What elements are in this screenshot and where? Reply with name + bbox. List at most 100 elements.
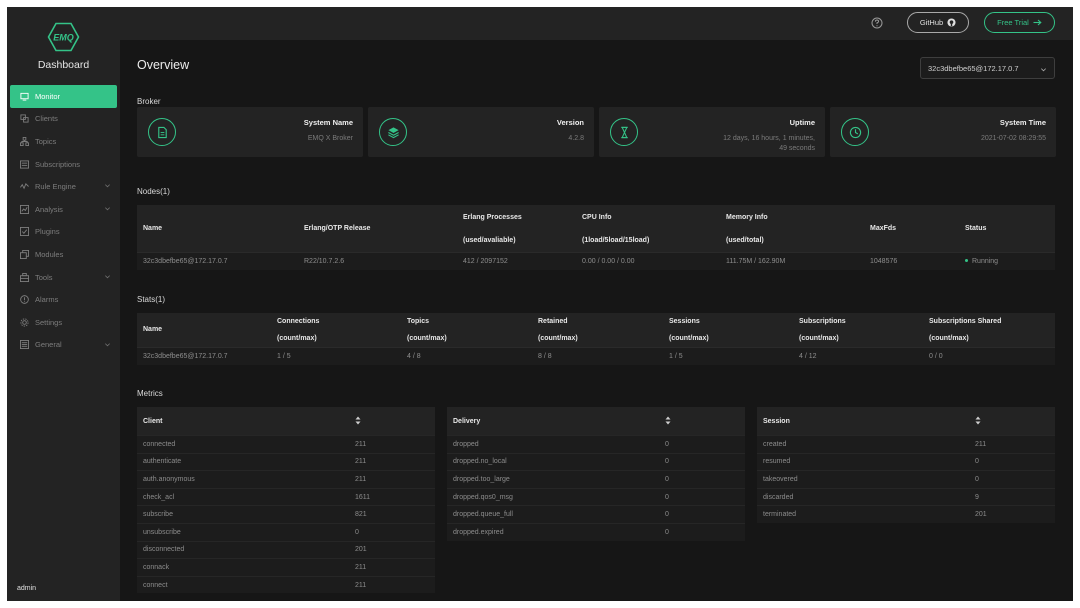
user-name[interactable]: admin [17,585,36,592]
sidebar-item-label: Alarms [35,295,59,305]
arrow-right-icon [1033,19,1042,26]
metric-value: 9 [975,493,979,501]
metric-name: unsubscribe [143,528,181,536]
card-label: System Name [303,118,353,127]
nodes-section-title: Nodes(1) [137,187,170,196]
metric-row: connect 211 [137,575,435,594]
metric-row: terminated 201 [757,505,1055,523]
client-metrics-card: Client connected 211 authenticate 211 auth.a… [137,407,435,594]
chevron-down-icon [105,207,110,211]
metric-name: dropped.qos0_msg [453,493,513,501]
col-subheader-processes: (used/avaliable) [457,229,576,252]
sidebar-item-label: Monitor [35,91,61,101]
sort-icon[interactable] [975,416,981,425]
metric-value: 0 [975,458,979,466]
alarm-icon [20,295,29,304]
metric-name: created [763,440,787,448]
metric-value: 211 [355,440,367,448]
node-release: R22/10.7.2.6 [298,251,457,270]
metric-name: terminated [763,511,797,519]
sidebar-item-subscriptions[interactable]: Subscriptions [10,153,117,176]
metrics-section-title: Metrics [137,389,163,398]
table-header-subrow: (count/max) (count/max) (count/max) (cou… [137,330,1055,347]
sidebar-item-rule-engine[interactable]: Rule Engine [10,175,117,198]
col-header-name: Name [137,313,271,347]
metric-value: 211 [355,458,367,466]
col-header-status: Status [959,205,1055,252]
sidebar-item-label: Subscriptions [35,159,81,169]
emq-logo[interactable]: EMQ [47,22,80,52]
sidebar-item-label: Rule Engine [35,182,76,192]
node-maxfds: 1048576 [864,251,959,270]
sort-icon[interactable] [355,416,361,425]
table-header-row: Name Erlang/OTP Release Erlang Processes… [137,205,1055,252]
metric-name: disconnected [143,546,185,554]
metric-row: connected 211 [137,435,435,453]
col-header-connections: Connections [271,313,401,330]
metric-name: dropped.expired [453,528,504,536]
top-bar: GitHub Free Trial [120,7,1073,40]
topics-icon [20,136,29,146]
metric-row: subscribe 821 [137,505,435,523]
metric-value: 211 [355,563,367,571]
free-trial-button[interactable]: Free Trial [984,12,1055,33]
card-value: 4.2.8 [568,135,584,142]
document-icon [148,118,176,146]
github-button[interactable]: GitHub [907,12,969,33]
metric-value: 201 [355,546,367,554]
stats-topics: 4 / 8 [401,346,532,365]
main-content: Overview 32c3dbefbe65@172.17.0.7 Broker … [120,40,1073,601]
sidebar-item-settings[interactable]: Settings [10,311,117,334]
rule-engine-icon [20,182,29,191]
brand-title: Dashboard [37,59,90,71]
sort-icon[interactable] [665,416,671,425]
metric-row: resumed 0 [757,452,1055,471]
metric-value: 0 [665,475,669,483]
sidebar-item-label: Settings [35,317,63,327]
metric-value: 0 [665,493,669,501]
sidebar-item-analysis[interactable]: Analysis [10,198,117,221]
table-row: 32c3dbefbe65@172.17.0.7 1 / 5 4 / 8 8 / … [137,346,1055,365]
metric-name: dropped.too_large [453,475,510,483]
metric-row: authenticate 211 [137,452,435,471]
delivery-metrics-card: Delivery dropped 0 dropped.no_local 0 droppe… [447,407,745,541]
metric-value: 0 [665,511,669,519]
nodes-table: Name Erlang/OTP Release Erlang Processes… [137,205,1055,270]
sidebar-item-clients[interactable]: Clients [10,108,117,131]
metric-row: discarded 9 [757,487,1055,506]
help-icon[interactable] [871,17,883,29]
node-select-value: 32c3dbefbe65@172.17.0.7 [928,63,1019,73]
sidebar-item-tools[interactable]: Tools [10,266,117,289]
node-select[interactable]: 32c3dbefbe65@172.17.0.7 [920,57,1055,79]
metric-row: unsubscribe 0 [137,522,435,541]
metrics-title: Delivery [453,417,481,425]
tools-icon [20,272,29,282]
analysis-icon [20,204,29,214]
stats-sessions: 1 / 5 [663,346,793,365]
chevron-down-icon [105,275,110,279]
col-subheader-memory: (used/total) [720,229,864,252]
sidebar-item-topics[interactable]: Topics [10,130,117,153]
sidebar-item-alarms[interactable]: Alarms [10,288,117,311]
clock-icon [841,118,869,146]
metric-row: disconnected 201 [137,540,435,559]
github-icon [947,18,956,27]
metric-name: subscribe [143,511,173,519]
status-text: Running [972,257,999,265]
metric-row: dropped.too_large 0 [447,470,745,488]
chevron-down-icon [1041,68,1046,72]
metric-row: dropped.qos0_msg 0 [447,487,745,506]
page-title: Overview [137,58,190,72]
sidebar-item-monitor[interactable]: Monitor [10,85,117,108]
metric-row: dropped.no_local 0 [447,452,745,471]
card-label: Uptime [789,118,815,127]
sidebar-item-modules[interactable]: Modules [10,243,117,266]
sidebar-item-label: Clients [35,114,58,124]
sidebar-item-label: General [35,340,62,350]
sidebar-item-general[interactable]: General [10,334,117,357]
metric-name: takeovered [763,475,798,483]
metric-value: 0 [665,528,669,536]
col-header-release: Erlang/OTP Release [298,205,457,252]
col-subheader: (count/max) [793,330,923,347]
sidebar-item-plugins[interactable]: Plugins [10,221,117,244]
